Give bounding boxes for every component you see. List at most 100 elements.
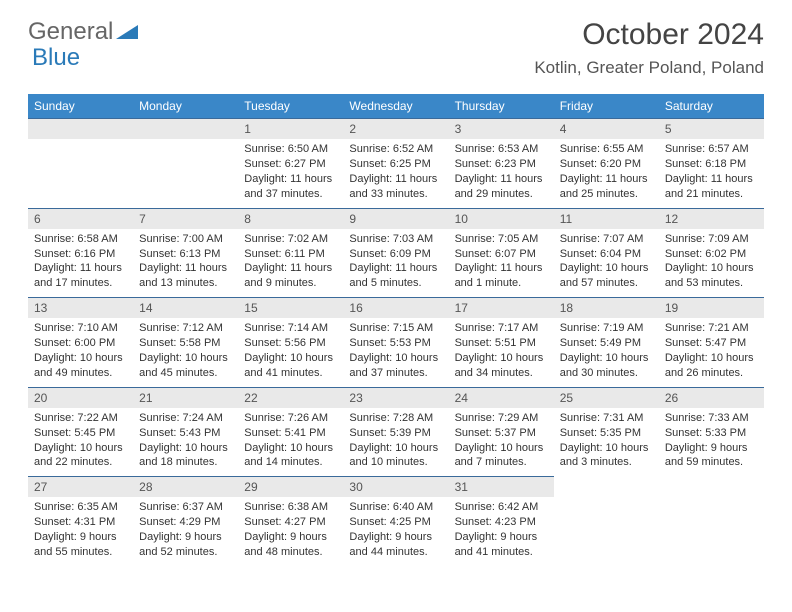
day-cell <box>133 118 238 208</box>
daylight-text: Daylight: 10 hours and 37 minutes. <box>349 351 442 381</box>
sunrise-text: Sunrise: 6:40 AM <box>349 500 442 515</box>
day-number: 17 <box>449 298 554 318</box>
day-number: 20 <box>28 388 133 408</box>
day-cell: 15Sunrise: 7:14 AMSunset: 5:56 PMDayligh… <box>238 297 343 387</box>
sunset-text: Sunset: 6:23 PM <box>455 157 548 172</box>
week-row: 20Sunrise: 7:22 AMSunset: 5:45 PMDayligh… <box>28 387 764 477</box>
sunset-text: Sunset: 5:43 PM <box>139 426 232 441</box>
day-cell: 18Sunrise: 7:19 AMSunset: 5:49 PMDayligh… <box>554 297 659 387</box>
day-number: 10 <box>449 209 554 229</box>
day-body: Sunrise: 7:22 AMSunset: 5:45 PMDaylight:… <box>28 408 133 476</box>
sunset-text: Sunset: 4:29 PM <box>139 515 232 530</box>
day-number: 4 <box>554 119 659 139</box>
daylight-text: Daylight: 11 hours and 33 minutes. <box>349 172 442 202</box>
day-number: 8 <box>238 209 343 229</box>
day-cell: 4Sunrise: 6:55 AMSunset: 6:20 PMDaylight… <box>554 118 659 208</box>
sunrise-text: Sunrise: 7:02 AM <box>244 232 337 247</box>
day-cell: 21Sunrise: 7:24 AMSunset: 5:43 PMDayligh… <box>133 387 238 477</box>
sunrise-text: Sunrise: 7:14 AM <box>244 321 337 336</box>
day-body: Sunrise: 6:35 AMSunset: 4:31 PMDaylight:… <box>28 497 133 565</box>
day-body: Sunrise: 7:03 AMSunset: 6:09 PMDaylight:… <box>343 229 448 297</box>
day-cell <box>28 118 133 208</box>
day-number <box>133 119 238 139</box>
sunset-text: Sunset: 6:18 PM <box>665 157 758 172</box>
day-number: 23 <box>343 388 448 408</box>
day-body: Sunrise: 7:02 AMSunset: 6:11 PMDaylight:… <box>238 229 343 297</box>
day-cell: 1Sunrise: 6:50 AMSunset: 6:27 PMDaylight… <box>238 118 343 208</box>
sunrise-text: Sunrise: 6:53 AM <box>455 142 548 157</box>
sunset-text: Sunset: 5:41 PM <box>244 426 337 441</box>
day-body: Sunrise: 7:26 AMSunset: 5:41 PMDaylight:… <box>238 408 343 476</box>
day-cell: 11Sunrise: 7:07 AMSunset: 6:04 PMDayligh… <box>554 208 659 298</box>
day-body: Sunrise: 7:05 AMSunset: 6:07 PMDaylight:… <box>449 229 554 297</box>
sunset-text: Sunset: 6:11 PM <box>244 247 337 262</box>
day-number: 15 <box>238 298 343 318</box>
sunrise-text: Sunrise: 7:19 AM <box>560 321 653 336</box>
sunrise-text: Sunrise: 6:38 AM <box>244 500 337 515</box>
logo-text-1: General <box>28 18 113 46</box>
day-body: Sunrise: 7:12 AMSunset: 5:58 PMDaylight:… <box>133 318 238 386</box>
sunrise-text: Sunrise: 6:42 AM <box>455 500 548 515</box>
dow-header-row: SundayMondayTuesdayWednesdayThursdayFrid… <box>28 94 764 118</box>
day-cell: 10Sunrise: 7:05 AMSunset: 6:07 PMDayligh… <box>449 208 554 298</box>
day-body: Sunrise: 6:55 AMSunset: 6:20 PMDaylight:… <box>554 139 659 207</box>
dow-header-friday: Friday <box>554 94 659 118</box>
day-body: Sunrise: 6:58 AMSunset: 6:16 PMDaylight:… <box>28 229 133 297</box>
daylight-text: Daylight: 9 hours and 59 minutes. <box>665 441 758 471</box>
daylight-text: Daylight: 10 hours and 3 minutes. <box>560 441 653 471</box>
day-number: 28 <box>133 477 238 497</box>
daylight-text: Daylight: 10 hours and 34 minutes. <box>455 351 548 381</box>
day-cell <box>554 476 659 566</box>
sunset-text: Sunset: 5:58 PM <box>139 336 232 351</box>
sunset-text: Sunset: 5:35 PM <box>560 426 653 441</box>
day-cell: 29Sunrise: 6:38 AMSunset: 4:27 PMDayligh… <box>238 476 343 566</box>
daylight-text: Daylight: 11 hours and 29 minutes. <box>455 172 548 202</box>
day-number: 19 <box>659 298 764 318</box>
daylight-text: Daylight: 9 hours and 55 minutes. <box>34 530 127 560</box>
day-cell: 26Sunrise: 7:33 AMSunset: 5:33 PMDayligh… <box>659 387 764 477</box>
daylight-text: Daylight: 11 hours and 25 minutes. <box>560 172 653 202</box>
day-body: Sunrise: 7:28 AMSunset: 5:39 PMDaylight:… <box>343 408 448 476</box>
dow-header-saturday: Saturday <box>659 94 764 118</box>
dow-header-wednesday: Wednesday <box>343 94 448 118</box>
sunset-text: Sunset: 6:07 PM <box>455 247 548 262</box>
daylight-text: Daylight: 11 hours and 13 minutes. <box>139 261 232 291</box>
daylight-text: Daylight: 10 hours and 10 minutes. <box>349 441 442 471</box>
logo: General <box>28 18 138 46</box>
day-cell: 5Sunrise: 6:57 AMSunset: 6:18 PMDaylight… <box>659 118 764 208</box>
day-body: Sunrise: 7:19 AMSunset: 5:49 PMDaylight:… <box>554 318 659 386</box>
day-cell: 3 Sunrise: 6:53 AMSunset: 6:23 PMDaylight… <box>449 118 554 208</box>
sunrise-text: Sunrise: 6:52 AM <box>349 142 442 157</box>
day-cell <box>659 476 764 566</box>
day-number: 21 <box>133 388 238 408</box>
day-cell: 6Sunrise: 6:58 AMSunset: 6:16 PMDaylight… <box>28 208 133 298</box>
day-body: Sunrise: 7:15 AMSunset: 5:53 PMDaylight:… <box>343 318 448 386</box>
daylight-text: Daylight: 10 hours and 26 minutes. <box>665 351 758 381</box>
day-cell: 31Sunrise: 6:42 AMSunset: 4:23 PMDayligh… <box>449 476 554 566</box>
daylight-text: Daylight: 10 hours and 41 minutes. <box>244 351 337 381</box>
sunset-text: Sunset: 4:27 PM <box>244 515 337 530</box>
dow-header-monday: Monday <box>133 94 238 118</box>
day-number: 3 <box>449 119 554 139</box>
day-number: 5 <box>659 119 764 139</box>
day-number: 2 <box>343 119 448 139</box>
day-cell: 24Sunrise: 7:29 AMSunset: 5:37 PMDayligh… <box>449 387 554 477</box>
sunrise-text: Sunrise: 6:50 AM <box>244 142 337 157</box>
daylight-text: Daylight: 9 hours and 48 minutes. <box>244 530 337 560</box>
day-number: 31 <box>449 477 554 497</box>
day-cell: 14Sunrise: 7:12 AMSunset: 5:58 PMDayligh… <box>133 297 238 387</box>
sunrise-text: Sunrise: 6:57 AM <box>665 142 758 157</box>
day-number: 6 <box>28 209 133 229</box>
day-body: Sunrise: 7:00 AMSunset: 6:13 PMDaylight:… <box>133 229 238 297</box>
sunset-text: Sunset: 5:49 PM <box>560 336 653 351</box>
sunrise-text: Sunrise: 7:05 AM <box>455 232 548 247</box>
day-number: 22 <box>238 388 343 408</box>
sunset-text: Sunset: 6:02 PM <box>665 247 758 262</box>
sunset-text: Sunset: 5:45 PM <box>34 426 127 441</box>
day-body: Sunrise: 6:38 AMSunset: 4:27 PMDaylight:… <box>238 497 343 565</box>
day-cell: 30Sunrise: 6:40 AMSunset: 4:25 PMDayligh… <box>343 476 448 566</box>
daylight-text: Daylight: 10 hours and 30 minutes. <box>560 351 653 381</box>
sunrise-text: Sunrise: 6:35 AM <box>34 500 127 515</box>
week-row: 27Sunrise: 6:35 AMSunset: 4:31 PMDayligh… <box>28 476 764 566</box>
sunrise-text: Sunrise: 7:09 AM <box>665 232 758 247</box>
